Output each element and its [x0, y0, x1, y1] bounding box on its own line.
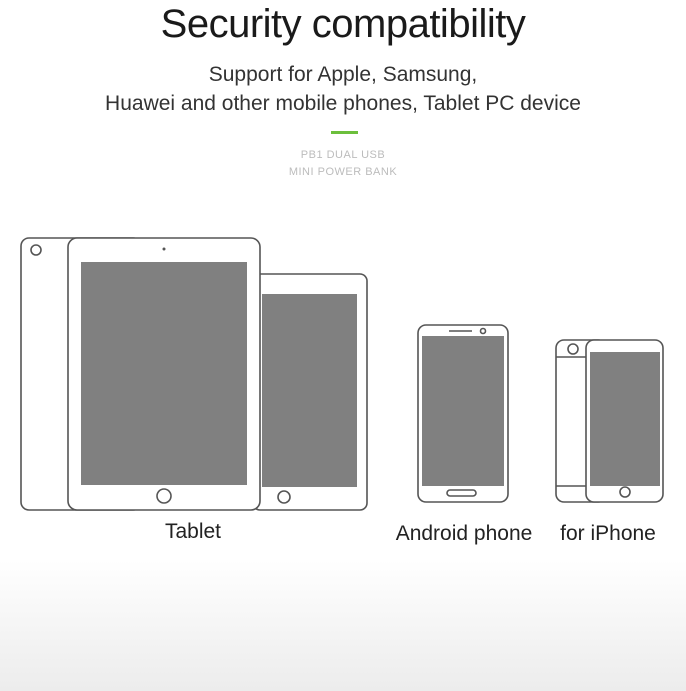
android-phone-icon: [417, 324, 509, 503]
device-label-tablet: Tablet: [164, 520, 222, 543]
iphone-icon: [555, 339, 664, 503]
device-label-iphone: for iPhone: [560, 522, 656, 545]
device-label-android: Android phone: [395, 522, 533, 545]
device-illustrations: [20, 237, 664, 511]
tablet-icon: [20, 237, 368, 511]
